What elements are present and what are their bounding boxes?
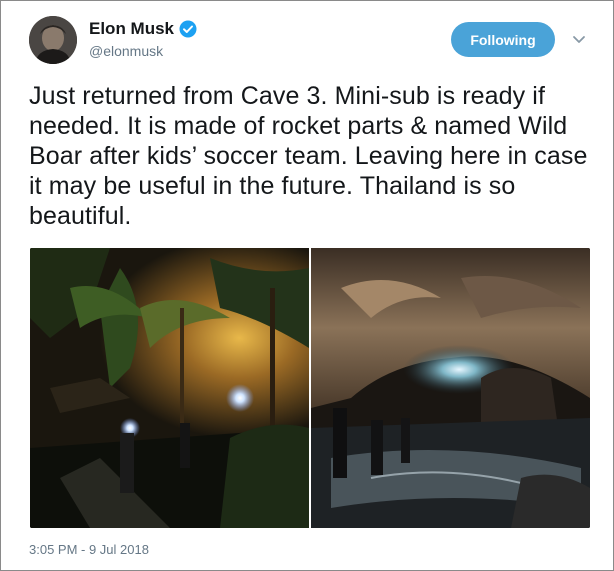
tweet-timestamp[interactable]: 3:05 PM - 9 Jul 2018 xyxy=(29,542,149,557)
avatar[interactable] xyxy=(29,16,77,64)
cave-entrance-photo[interactable] xyxy=(311,248,590,528)
chevron-down-icon[interactable] xyxy=(571,31,587,47)
media-grid xyxy=(30,248,590,528)
following-button[interactable]: Following xyxy=(451,22,555,57)
author-name-row: Elon Musk xyxy=(89,19,197,39)
author-display-name[interactable]: Elon Musk xyxy=(89,19,174,39)
night-camp-photo[interactable] xyxy=(30,248,309,528)
avatar-image xyxy=(29,16,77,64)
author-handle[interactable]: @elonmusk xyxy=(89,43,163,59)
tweet-text: Just returned from Cave 3. Mini-sub is r… xyxy=(29,82,588,230)
tweet-card: Elon Musk @elonmusk Following Just retur… xyxy=(0,0,614,571)
verified-badge-icon xyxy=(179,20,197,38)
